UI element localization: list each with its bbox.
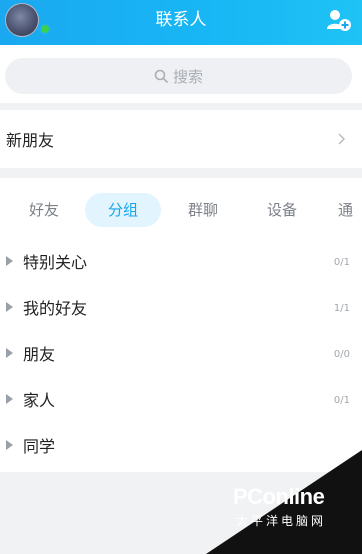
expand-arrow-icon xyxy=(6,302,13,312)
group-item[interactable]: 我的好友 1/1 xyxy=(0,286,362,332)
expand-arrow-icon xyxy=(6,440,13,450)
tab-group-chats[interactable]: 群聊 xyxy=(173,193,233,227)
expand-arrow-icon xyxy=(6,394,13,404)
search-placeholder: 搜索 xyxy=(172,67,203,86)
search-section: 搜索 xyxy=(0,45,362,103)
expand-arrow-icon xyxy=(6,348,13,358)
tab-devices[interactable]: 设备 xyxy=(252,193,312,227)
group-item[interactable]: 特别关心 0/1 xyxy=(0,240,362,286)
search-input[interactable]: 搜索 xyxy=(5,58,352,94)
group-count: 0/1 xyxy=(333,257,350,268)
title-bar: 联系人 xyxy=(0,0,362,45)
chevron-right-icon xyxy=(338,130,346,149)
group-name: 朋友 xyxy=(23,345,56,364)
group-item[interactable]: 朋友 0/0 xyxy=(0,332,362,378)
search-icon xyxy=(154,69,168,83)
group-list: 特别关心 0/1 我的好友 1/1 朋友 0/0 家人 0/1 同学 xyxy=(0,240,362,472)
add-contact-icon[interactable] xyxy=(326,8,352,32)
tab-groups[interactable]: 分组 xyxy=(85,193,161,227)
group-count: 0/0 xyxy=(333,349,350,360)
new-friends-item[interactable]: 新朋友 xyxy=(0,110,362,168)
new-friends-label: 新朋友 xyxy=(6,131,55,150)
tab-contacts-partial[interactable]: 通 xyxy=(338,193,362,227)
group-count: 1/1 xyxy=(333,303,350,314)
contact-tabs: 好友 分组 群聊 设备 通 xyxy=(0,178,362,240)
group-count: 0/1 xyxy=(333,395,350,406)
watermark-brand: PConline xyxy=(233,484,325,509)
group-name: 家人 xyxy=(23,391,56,410)
group-item[interactable]: 家人 0/1 xyxy=(0,378,362,424)
expand-arrow-icon xyxy=(6,256,13,266)
group-name: 特别关心 xyxy=(23,253,88,272)
watermark-subtitle: 太平洋电脑网 xyxy=(236,514,327,528)
group-name: 我的好友 xyxy=(23,299,88,318)
group-name: 同学 xyxy=(23,437,56,456)
tab-friends[interactable]: 好友 xyxy=(14,193,74,227)
page-title: 联系人 xyxy=(155,10,207,30)
